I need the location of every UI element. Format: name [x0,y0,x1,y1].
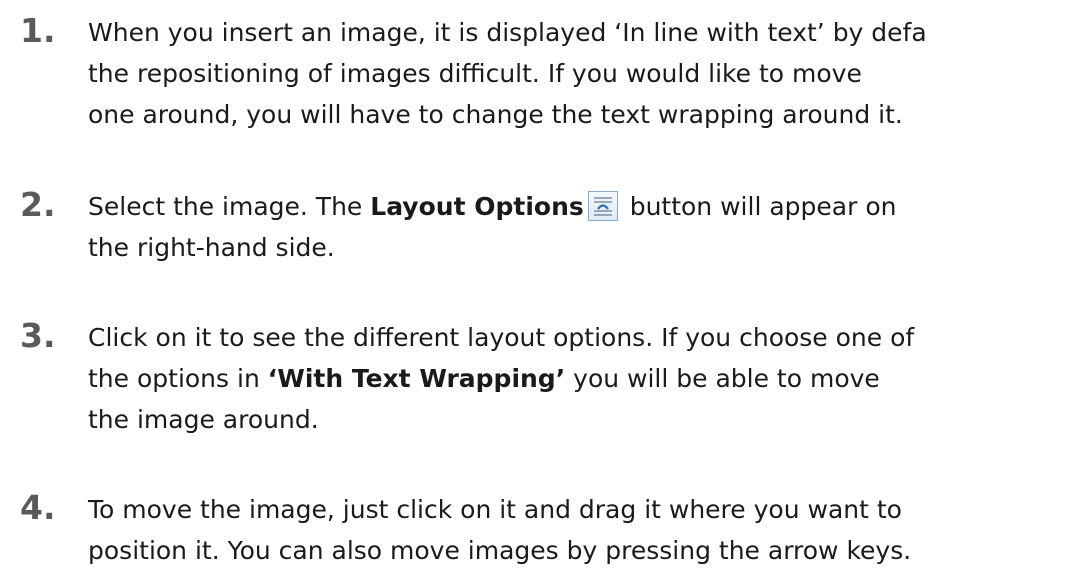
with-text-wrapping-label: ‘With Text Wrapping’ [267,364,566,393]
step-line: the repositioning of images difficult. I… [88,59,862,88]
step-number: 1. [20,11,56,50]
step-line: position it. You can also move images by… [88,536,912,565]
layout-options-label: Layout Options [370,192,584,221]
step-line: one around, you will have to change the … [88,100,903,129]
step-line: Click on it to see the different layout … [88,323,915,352]
step-text: Select the image. The Layout Options but… [88,186,1087,268]
step-number: 4. [20,488,56,527]
text-run: the options in [88,364,268,393]
step-text: Click on it to see the different layout … [88,317,1087,440]
layout-options-icon [587,191,618,221]
step-line: the right-hand side. [88,233,335,262]
instruction-steps: 1. When you insert an image, it is displ… [0,0,1087,576]
text-run: you will be able to move [565,364,880,393]
text-run: button will appear on [621,192,897,221]
step-line: the options in ‘With Text Wrapping’ you … [88,358,1087,399]
step-text: To move the image, just click on it and … [88,489,1087,571]
step-line: When you insert an image, it is displaye… [88,18,927,47]
step-text: When you insert an image, it is displaye… [88,12,1087,135]
step-line: the image around. [88,405,319,434]
step-line: To move the image, just click on it and … [88,495,902,524]
text-run: Select the image. The [88,192,371,221]
step-line: Select the image. The Layout Options but… [88,186,1087,227]
step-number: 2. [20,185,56,224]
step-number: 3. [20,316,56,355]
